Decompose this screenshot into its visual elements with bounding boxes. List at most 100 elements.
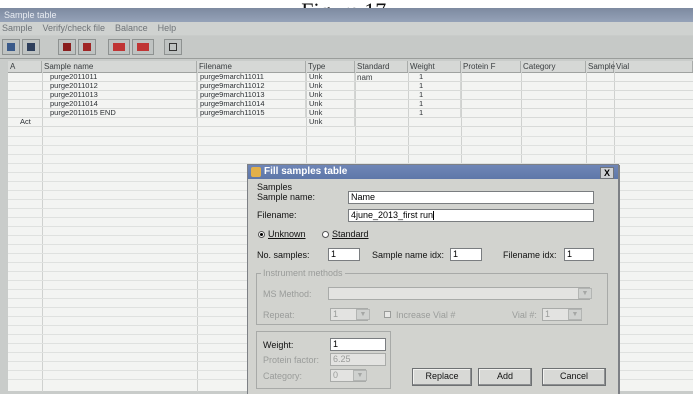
table-row[interactable]: purge2011012 purge9march11012 Unk 1 [8, 82, 693, 91]
cell-type[interactable]: Unk [307, 109, 355, 117]
replace-button[interactable]: Replace [412, 368, 472, 386]
col-header[interactable]: Protein F [461, 61, 521, 72]
menu-sample[interactable]: Sample [2, 22, 33, 35]
import-button[interactable] [108, 39, 130, 55]
category-label: Category: [263, 371, 303, 381]
cell-weight[interactable]: 1 [417, 73, 461, 81]
cell-sample-name[interactable]: purge2011015 END [48, 109, 197, 117]
disk-icon [63, 43, 71, 51]
cell-weight[interactable]: 1 [417, 100, 461, 108]
increase-vial-checkbox[interactable] [384, 311, 391, 318]
cell-weight[interactable]: 1 [417, 109, 461, 117]
app-window: Sample table Sample Verify/check file Ba… [0, 8, 693, 394]
menu-balance[interactable]: Balance [115, 22, 148, 35]
table-row[interactable]: purge2011015 END purge9march11015 Unk 1 [8, 109, 693, 118]
table-row[interactable]: purge2011013 purge9march11013 Unk 1 [8, 91, 693, 100]
weight-input[interactable]: 1 [330, 338, 386, 351]
chevron-down-icon[interactable]: ▼ [353, 370, 367, 381]
filename-value: 4june_2013_first run [351, 210, 434, 220]
toolbar [0, 36, 693, 59]
delete-button[interactable] [78, 39, 96, 55]
filename-input[interactable]: 4june_2013_first run [348, 209, 594, 222]
chevron-down-icon[interactable]: ▼ [356, 309, 370, 320]
samples-group-label: Samples [257, 182, 293, 192]
col-header[interactable]: Type [306, 61, 355, 72]
cell-sample-name[interactable]: purge2011011 [48, 73, 197, 81]
col-header[interactable]: A [8, 61, 42, 72]
cell-filename[interactable]: purge9march11014 [198, 100, 306, 108]
col-header[interactable]: Filename [197, 61, 306, 72]
no-samples-label: No. samples: [257, 250, 310, 260]
table-row[interactable]: Act Unk [8, 118, 693, 127]
menu-verify[interactable]: Verify/check file [43, 22, 106, 35]
col-header[interactable]: Sample [586, 61, 615, 72]
standard-radio[interactable] [322, 231, 329, 238]
filename-label: Filename: [257, 210, 297, 220]
window-button[interactable] [164, 39, 182, 55]
cell-filename[interactable]: purge9march11015 [198, 109, 306, 117]
increase-vial-label: Increase Vial # [396, 310, 456, 320]
row-line [8, 136, 693, 137]
cell-type[interactable]: Unk [307, 73, 355, 81]
export-button[interactable] [132, 39, 154, 55]
table-header: A Sample name Filename Type Standard nam… [8, 61, 693, 82]
cell-type[interactable]: Unk [307, 118, 355, 126]
save-button[interactable] [58, 39, 76, 55]
no-samples-input[interactable]: 1 [328, 248, 360, 261]
close-button[interactable]: X [600, 167, 614, 179]
file-idx-label: Filename idx: [503, 250, 557, 260]
app-icon [251, 167, 261, 177]
col-header[interactable]: Standard nam [355, 61, 408, 82]
sample-idx-input[interactable]: 1 [450, 248, 482, 261]
chevron-down-icon[interactable]: ▼ [568, 309, 582, 320]
cell-weight[interactable]: 1 [417, 91, 461, 99]
standard-label[interactable]: Standard [332, 229, 369, 239]
window-icon [169, 43, 177, 51]
cell-type[interactable]: Unk [307, 100, 355, 108]
sample-name-label: Sample name: [257, 192, 316, 202]
window-title: Sample table [0, 8, 693, 22]
new-table-button[interactable] [2, 39, 20, 55]
table-row[interactable]: purge2011011 purge9march11011 Unk 1 [8, 73, 693, 82]
ms-method-select[interactable] [328, 287, 590, 300]
col-header[interactable]: Vial [614, 61, 693, 72]
open-button[interactable] [22, 39, 40, 55]
unknown-radio[interactable] [258, 231, 265, 238]
vial-label: Vial #: [512, 310, 537, 320]
menu-help[interactable]: Help [158, 22, 177, 35]
cell-weight[interactable]: 1 [417, 82, 461, 90]
cell-filename[interactable]: purge9march11011 [198, 73, 306, 81]
cell-sample-name[interactable]: purge2011013 [48, 91, 197, 99]
add-button[interactable]: Add [478, 368, 532, 386]
cancel-button[interactable]: Cancel [542, 368, 606, 386]
folder-icon [27, 43, 35, 51]
cell-row-marker: Act [20, 117, 31, 126]
col-header[interactable]: Weight [408, 61, 461, 72]
row-line [8, 154, 693, 155]
protein-factor-label: Protein factor: [263, 355, 320, 365]
cell-sample-name[interactable]: purge2011012 [48, 82, 197, 90]
weight-label: Weight: [263, 340, 294, 350]
chevron-down-icon[interactable]: ▼ [578, 288, 592, 299]
cell-filename[interactable]: purge9march11012 [198, 82, 306, 90]
instrument-methods-label: Instrument methods [261, 268, 345, 278]
col-header[interactable]: Sample name [42, 61, 197, 72]
dialog-title: Fill samples table X [248, 165, 618, 179]
cell-type[interactable]: Unk [307, 82, 355, 90]
text-cursor [433, 211, 435, 221]
menu-bar: Sample Verify/check file Balance Help [0, 22, 693, 35]
delete-icon [83, 43, 91, 51]
fill-samples-dialog: Fill samples table X Samples Sample name… [247, 164, 619, 394]
col-header[interactable]: Category [521, 61, 586, 72]
cell-filename[interactable]: purge9march11013 [198, 91, 306, 99]
cell-sample-name[interactable]: purge2011014 [48, 100, 197, 108]
table-icon [7, 43, 15, 51]
arrow-icon [137, 43, 149, 51]
sample-name-input[interactable]: Name [348, 191, 594, 204]
dialog-title-text: Fill samples table [264, 166, 348, 177]
cell-type[interactable]: Unk [307, 91, 355, 99]
unknown-label[interactable]: Unknown [268, 229, 306, 239]
protein-factor-input[interactable]: 6.25 [330, 353, 386, 366]
file-idx-input[interactable]: 1 [564, 248, 594, 261]
arrow-icon [113, 43, 125, 51]
